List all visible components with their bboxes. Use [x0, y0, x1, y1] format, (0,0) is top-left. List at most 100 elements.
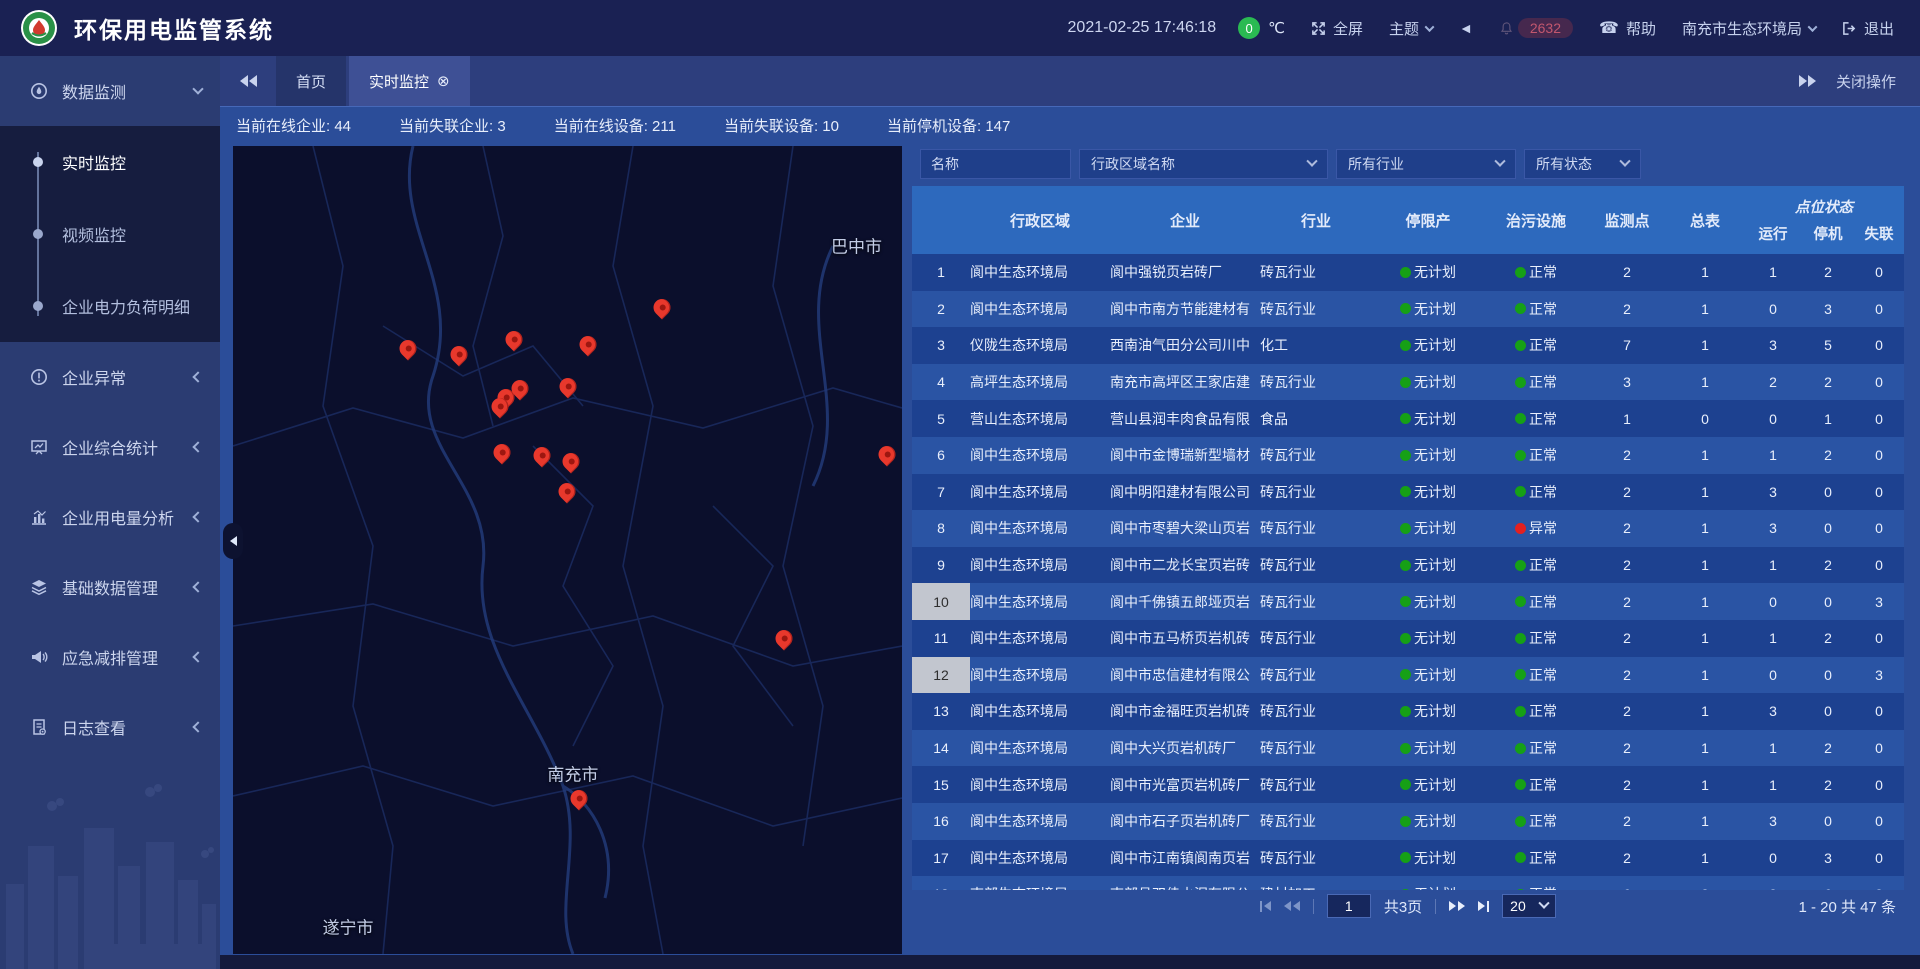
cell-industry: 建材加工 — [1260, 884, 1372, 890]
industry-filter-select[interactable]: 所有行业 — [1336, 149, 1516, 179]
map-collapse-button[interactable] — [223, 523, 243, 559]
limit-status-label: 无计划 — [1414, 482, 1456, 502]
tab-home[interactable]: 首页 — [276, 56, 346, 106]
status-dot-icon — [1515, 596, 1526, 607]
mute-button[interactable]: ◄ — [1459, 20, 1473, 36]
tab-realtime-monitor[interactable]: 实时监控 ⊗ — [349, 56, 470, 106]
cell-industry: 化工 — [1260, 335, 1372, 355]
cell-stopped: 2 — [1802, 264, 1854, 280]
close-operations-button[interactable]: 关闭操作 — [1836, 71, 1896, 92]
cell-limit-status: 无计划 — [1372, 592, 1484, 612]
cell-meters: 1 — [1666, 337, 1744, 353]
status-dot-icon — [1400, 303, 1411, 314]
table-row[interactable]: 12阆中生态环境局阆中市忠信建材有限公砖瓦行业无计划正常21003 — [912, 657, 1904, 694]
cell-company: 西南油气田分公司川中 — [1110, 335, 1260, 355]
status-dot-icon — [1400, 377, 1411, 388]
logout-icon — [1842, 21, 1857, 36]
first-page-button[interactable] — [1260, 901, 1271, 912]
sidebar-item-data-monitor[interactable]: 数据监测 — [0, 56, 220, 126]
sidebar-item-company-abnormal[interactable]: 企业异常 — [0, 342, 220, 412]
chevron-left-icon — [192, 651, 203, 662]
map-city-label: 巴中市 — [831, 233, 882, 258]
page-input[interactable] — [1327, 894, 1371, 918]
user-org-dropdown[interactable]: 南充市生态环境局 — [1682, 18, 1816, 39]
table-body: 1阆中生态环境局阆中强锐页岩砖厂砖瓦行业无计划正常211202阆中生态环境局阆中… — [912, 254, 1904, 890]
col-header-offline: 失联 — [1854, 223, 1904, 244]
stat-item: 当前失联企业: 3 — [399, 115, 506, 136]
last-page-button[interactable] — [1478, 901, 1489, 912]
status-dot-icon — [1515, 377, 1526, 388]
limit-status-label: 无计划 — [1414, 811, 1456, 831]
cell-industry: 砖瓦行业 — [1260, 775, 1372, 795]
sidebar-item-power-load-detail[interactable]: 企业电力负荷明细 — [0, 270, 220, 342]
status-dot-icon — [1400, 779, 1411, 790]
table-row[interactable]: 13阆中生态环境局阆中市金福旺页岩机砖砖瓦行业无计划正常21300 — [912, 693, 1904, 730]
sidebar-subitem-label: 视频监控 — [62, 222, 126, 246]
status-filter-select[interactable]: 所有状态 — [1524, 149, 1641, 179]
tabs-scroll-left-button[interactable] — [220, 56, 276, 106]
next-page-button[interactable] — [1449, 901, 1465, 911]
table-row[interactable]: 4高坪生态环境局南充市高坪区王家店建砖瓦行业无计划正常31220 — [912, 364, 1904, 401]
cell-stopped: 0 — [1802, 813, 1854, 829]
table-row[interactable]: 11阆中生态环境局阆中市五马桥页岩机砖砖瓦行业无计划正常21120 — [912, 620, 1904, 657]
cell-stopped: 3 — [1802, 301, 1854, 317]
fullscreen-button[interactable]: 全屏 — [1311, 18, 1363, 39]
table-row[interactable]: 10阆中生态环境局阆中千佛镇五郎垭页岩砖瓦行业无计划正常21003 — [912, 583, 1904, 620]
sidebar-item-emergency-reduction[interactable]: 应急减排管理 — [0, 622, 220, 692]
table-row[interactable]: 8阆中生态环境局阆中市枣碧大梁山页岩砖瓦行业无计划异常21300 — [912, 510, 1904, 547]
temperature-badge: 0 — [1238, 17, 1260, 39]
facility-status-label: 正常 — [1529, 848, 1557, 868]
logout-button[interactable]: 退出 — [1842, 18, 1894, 39]
page-size-select[interactable]: 20 — [1502, 894, 1556, 918]
table-row[interactable]: 15阆中生态环境局阆中市光富页岩机砖厂砖瓦行业无计划正常21120 — [912, 766, 1904, 803]
cell-company: 阆中市南方节能建材有 — [1110, 299, 1260, 319]
cell-region: 阆中生态环境局 — [970, 262, 1110, 282]
region-filter-select[interactable]: 行政区域名称 — [1079, 149, 1328, 179]
sidebar-item-realtime-monitor[interactable]: 实时监控 — [0, 126, 220, 198]
notification-badge[interactable]: 2632 — [1499, 18, 1573, 38]
app-title: 环保用电监管系统 — [74, 11, 274, 45]
map-panel[interactable]: 巴中市南充市遂宁市 — [233, 146, 902, 954]
cell-running: 3 — [1744, 520, 1802, 536]
cell-index: 9 — [912, 547, 970, 584]
status-dot-icon — [1400, 413, 1411, 424]
chevron-down-icon — [1808, 22, 1818, 32]
facility-status-label: 正常 — [1529, 628, 1557, 648]
sidebar-item-power-analysis[interactable]: 企业用电量分析 — [0, 482, 220, 552]
tab-close-icon[interactable]: ⊗ — [437, 74, 450, 89]
table-row[interactable]: 2阆中生态环境局阆中市南方节能建材有砖瓦行业无计划正常21030 — [912, 291, 1904, 328]
sidebar-item-base-data[interactable]: 基础数据管理 — [0, 552, 220, 622]
map-roads — [233, 146, 902, 954]
status-dot-icon — [1515, 486, 1526, 497]
table-row[interactable]: 14阆中生态环境局阆中大兴页岩机砖厂砖瓦行业无计划正常21120 — [912, 730, 1904, 767]
table-row[interactable]: 9阆中生态环境局阆中市二龙长宝页岩砖砖瓦行业无计划正常21120 — [912, 547, 1904, 584]
cell-points: 2 — [1588, 520, 1666, 536]
cell-industry: 砖瓦行业 — [1260, 518, 1372, 538]
table-row[interactable]: 6阆中生态环境局阆中市金博瑞新型墙材砖瓦行业无计划正常21120 — [912, 437, 1904, 474]
cell-offline: 0 — [1854, 484, 1904, 500]
sidebar-item-log-view[interactable]: 日志查看 — [0, 692, 220, 762]
table-row[interactable]: 16阆中生态环境局阆中市石子页岩机砖厂砖瓦行业无计划正常21300 — [912, 803, 1904, 840]
sidebar-item-company-stats[interactable]: 企业综合统计 — [0, 412, 220, 482]
table-row[interactable]: 17阆中生态环境局阆中市江南镇阆南页岩砖瓦行业无计划正常21030 — [912, 840, 1904, 877]
log-icon — [30, 718, 48, 736]
cell-region: 阆中生态环境局 — [970, 592, 1110, 612]
table-row[interactable]: 18南部生态环境局南部县双佳水泥有限公建材加工无计划正常60060 — [912, 876, 1904, 890]
name-filter-input[interactable] — [920, 149, 1071, 179]
cell-offline: 0 — [1854, 850, 1904, 866]
sidebar-item-video-monitor[interactable]: 视频监控 — [0, 198, 220, 270]
table-row[interactable]: 5营山生态环境局营山县润丰肉食品有限食品无计划正常10010 — [912, 400, 1904, 437]
table-row[interactable]: 7阆中生态环境局阆中明阳建材有限公司砖瓦行业无计划正常21300 — [912, 474, 1904, 511]
prev-page-button[interactable] — [1284, 901, 1300, 911]
table-row[interactable]: 1阆中生态环境局阆中强锐页岩砖厂砖瓦行业无计划正常21120 — [912, 254, 1904, 291]
table-row[interactable]: 3仪陇生态环境局西南油气田分公司川中化工无计划正常71350 — [912, 327, 1904, 364]
theme-dropdown[interactable]: 主题 — [1389, 18, 1433, 39]
help-button[interactable]: ☎ 帮助 — [1599, 18, 1656, 39]
phone-icon: ☎ — [1599, 18, 1619, 38]
status-dot-icon — [1400, 889, 1411, 890]
cell-facility-status: 正常 — [1484, 738, 1588, 758]
limit-status-label: 无计划 — [1414, 848, 1456, 868]
cell-industry: 砖瓦行业 — [1260, 445, 1372, 465]
limit-status-label: 无计划 — [1414, 628, 1456, 648]
tabs-scroll-right-button[interactable] — [1799, 75, 1816, 87]
